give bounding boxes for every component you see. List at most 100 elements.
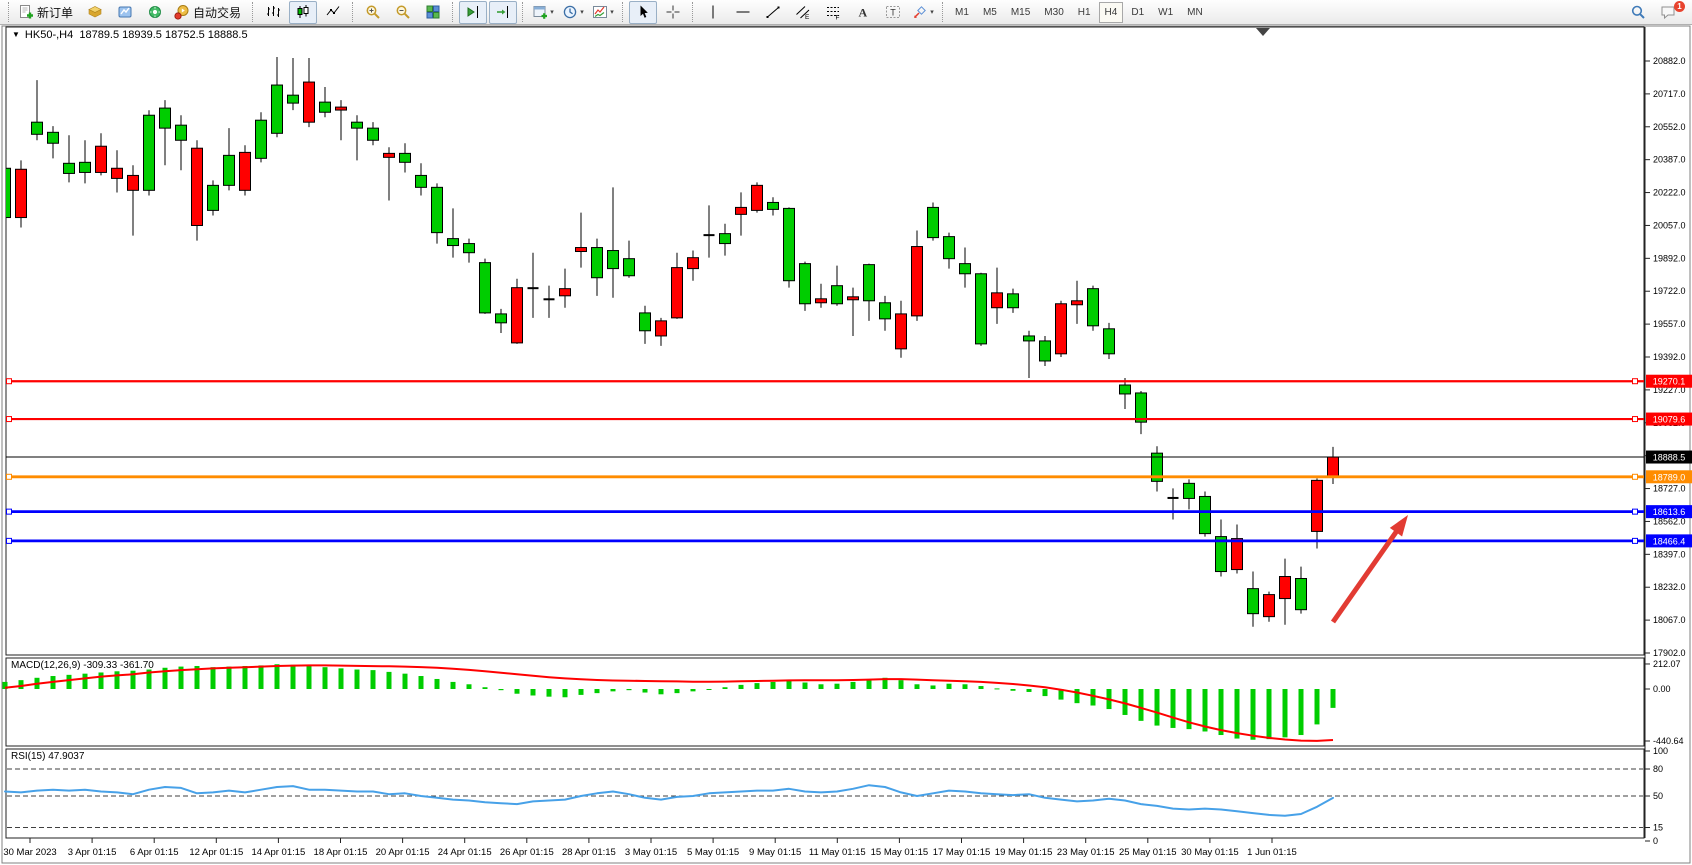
timeframe-m1[interactable]: M1 [949, 2, 975, 23]
chevron-down-icon: ▾ [930, 8, 934, 16]
text-button[interactable]: A [849, 1, 877, 24]
svg-text:E: E [805, 14, 810, 20]
rsi-axis-tick: 50 [1653, 791, 1663, 801]
macd-axis-tick: 212.07 [1653, 659, 1681, 669]
timeframe-mn[interactable]: MN [1181, 2, 1209, 23]
price-label-18888.5: 18888.5 [1653, 453, 1686, 463]
bar-chart-button[interactable] [259, 1, 287, 24]
fibonacci-button[interactable]: F [819, 1, 847, 24]
rsi-axis-tick: 0 [1653, 836, 1658, 846]
fibo-icon: F [825, 4, 841, 20]
notification-badge: 1 [1674, 1, 1685, 12]
channel-icon: E [795, 4, 811, 20]
shift-end-button[interactable] [459, 1, 487, 24]
time-tick: 17 May 01:15 [933, 847, 991, 858]
new-order-button[interactable]: 新订单 [15, 1, 79, 24]
price-label-19079.6: 19079.6 [1653, 415, 1686, 425]
trend-arrow[interactable] [1333, 515, 1408, 622]
time-tick: 25 May 01:15 [1119, 847, 1177, 858]
timeframe-m5[interactable]: M5 [977, 2, 1003, 23]
rsi-axis-tick: 15 [1653, 823, 1663, 833]
crosshair-button[interactable] [659, 1, 687, 24]
terminal-icon [117, 4, 133, 20]
text-t-icon: T [885, 4, 901, 20]
trendline-button[interactable] [759, 1, 787, 24]
vertical-line-button[interactable] [699, 1, 727, 24]
price-tick: 20057.0 [1653, 220, 1686, 230]
arrows-button[interactable]: ▾ [909, 1, 937, 24]
candle-chart-button[interactable] [289, 1, 317, 24]
rsi-pane-border [6, 749, 1644, 838]
search-button[interactable] [1624, 1, 1652, 24]
shift-icon [465, 4, 481, 20]
terminal-button[interactable] [111, 1, 139, 24]
time-tick: 6 Apr 01:15 [130, 847, 179, 858]
price-label-19270.1: 19270.1 [1653, 377, 1686, 387]
price-tick: 20222.0 [1653, 188, 1686, 198]
timeframe-h4[interactable]: H4 [1099, 2, 1124, 23]
signals-button[interactable] [141, 1, 169, 24]
price-tick: 18727.0 [1653, 484, 1686, 494]
time-tick: 9 May 01:15 [749, 847, 801, 858]
autotrading-button-label: 自动交易 [193, 4, 241, 21]
time-tick: 3 Apr 01:15 [68, 847, 117, 858]
time-tick: 26 Apr 01:15 [500, 847, 554, 858]
macd-axis-tick: -440.64 [1653, 736, 1684, 746]
hline-icon [735, 4, 751, 20]
timeframe-h1[interactable]: H1 [1072, 2, 1097, 23]
horizontal-line-button[interactable] [729, 1, 757, 24]
timeframe-w1[interactable]: W1 [1152, 2, 1179, 23]
svg-text:T: T [890, 8, 896, 18]
toolbar: 新订单自动交易▾▾▾EFAT▾M1M5M15M30H1H4D1W1MN1 [0, 0, 1692, 25]
auto-scroll-button[interactable] [489, 1, 517, 24]
chart-shift-marker[interactable] [1256, 28, 1270, 36]
toolbar-separator [352, 2, 354, 22]
new-window-icon [532, 4, 548, 20]
linechart-icon [325, 4, 341, 20]
macd-signal-line [5, 665, 1333, 741]
chevron-down-icon: ▾ [610, 8, 614, 16]
macd-pane-border [6, 658, 1644, 746]
toolbar-right-group: 1 [1623, 1, 1683, 24]
template-icon [592, 4, 608, 20]
time-tick: 14 Apr 01:15 [251, 847, 305, 858]
toolbar-separator [8, 2, 10, 22]
text-a-icon: A [855, 4, 871, 20]
toolbar-separator [692, 2, 694, 22]
arrows-icon [912, 4, 928, 20]
crosshair-icon [665, 4, 681, 20]
tiles-icon [425, 4, 441, 20]
notifications-button[interactable]: 1 [1654, 1, 1682, 24]
new-order-icon [18, 4, 34, 20]
toolbar-separator [522, 2, 524, 22]
timeframe-d1[interactable]: D1 [1125, 2, 1150, 23]
zoom-in-button[interactable] [359, 1, 387, 24]
autotrading-button[interactable]: 自动交易 [171, 1, 247, 24]
templates-button[interactable]: ▾ [589, 1, 617, 24]
time-tick: 1 Jun 01:15 [1247, 847, 1297, 858]
line-chart-button[interactable] [319, 1, 347, 24]
equidistant-channel-button[interactable]: E [789, 1, 817, 24]
new-chart-button[interactable]: ▾ [529, 1, 557, 24]
timeframe-m30[interactable]: M30 [1038, 2, 1069, 23]
time-tick: 19 May 01:15 [995, 847, 1053, 858]
price-tick: 19392.0 [1653, 352, 1686, 362]
svg-text:F: F [836, 15, 840, 21]
time-tick: 28 Apr 01:15 [562, 847, 616, 858]
bars-icon [265, 4, 281, 20]
zoom-out-button[interactable] [389, 1, 417, 24]
time-tick: 11 May 01:15 [809, 847, 866, 858]
text-label-button[interactable]: T [879, 1, 907, 24]
cursor-button[interactable] [629, 1, 657, 24]
zoom-in-icon [365, 4, 381, 20]
time-tick: 24 Apr 01:15 [438, 847, 492, 858]
tile-windows-button[interactable] [419, 1, 447, 24]
time-tick: 23 May 01:15 [1057, 847, 1115, 858]
rsi-axis-tick: 100 [1653, 746, 1668, 756]
chart-canvas[interactable]: 20882.020717.020552.020387.020222.020057… [0, 0, 1692, 865]
timeframe-m15[interactable]: M15 [1005, 2, 1036, 23]
price-tick: 19557.0 [1653, 319, 1686, 329]
periodicity-button[interactable]: ▾ [559, 1, 587, 24]
metaeditor-button[interactable] [81, 1, 109, 24]
rsi-axis-tick: 80 [1653, 764, 1663, 774]
